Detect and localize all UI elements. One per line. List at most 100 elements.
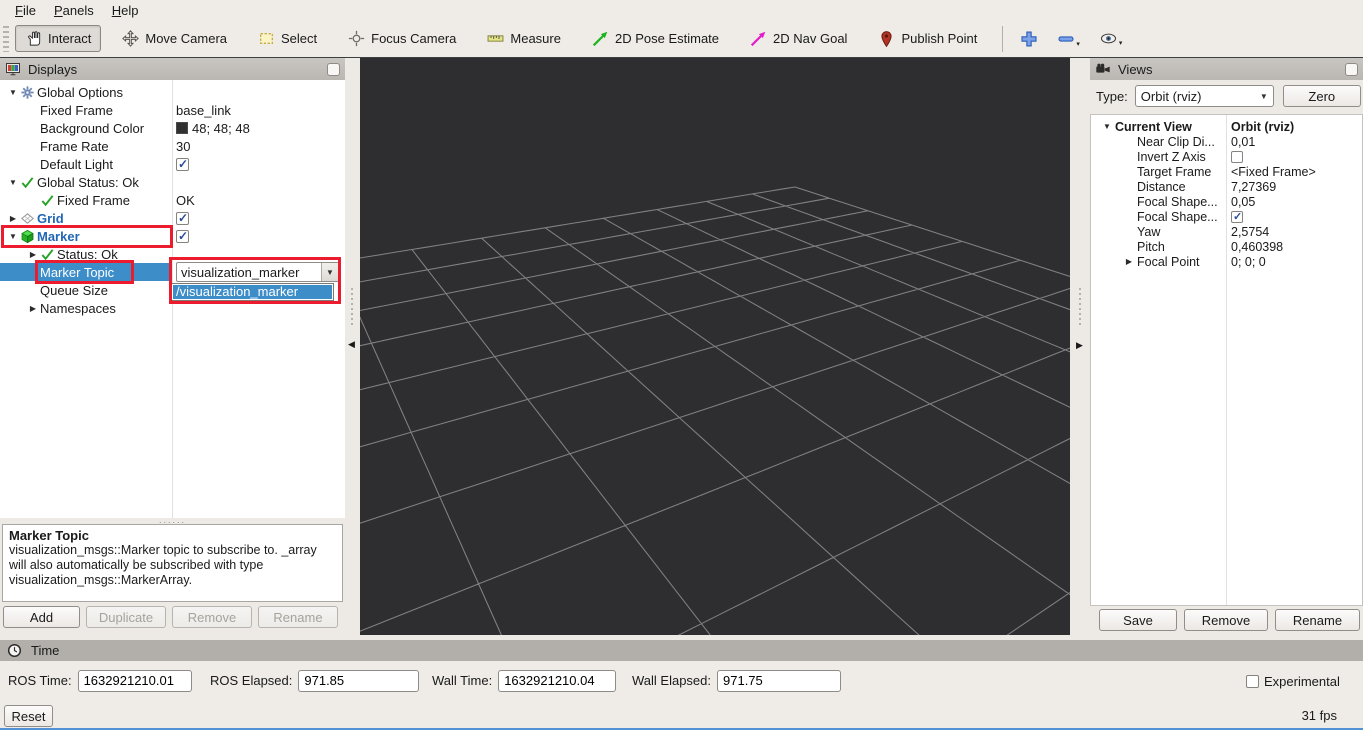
reset-button[interactable]: Reset <box>4 705 53 727</box>
displays-float-button[interactable] <box>327 63 340 76</box>
tool-2d-nav-goal[interactable]: 2D Nav Goal <box>740 25 857 52</box>
enabled-checkbox[interactable] <box>176 212 189 225</box>
green-arrow-icon <box>592 30 609 47</box>
tree-row-label-cell: ▼ Global Status: Ok <box>0 173 172 191</box>
zero-button[interactable]: Zero <box>1283 85 1361 107</box>
tool-move-camera[interactable]: Move Camera <box>112 25 237 52</box>
tree-row-label: Default Light <box>40 157 113 172</box>
time-field-input[interactable] <box>498 670 616 692</box>
fps-counter: 31 fps <box>1302 708 1337 723</box>
tool-measure[interactable]: Measure <box>477 25 571 52</box>
left-splitter-gutter[interactable]: ◀ <box>345 58 360 635</box>
remove-button-views[interactable]: Remove <box>1184 609 1268 631</box>
tree-row-fixed-frame[interactable]: Fixed FrameOK <box>0 191 345 209</box>
tree-row-label-cell: Default Light <box>0 155 172 173</box>
enabled-checkbox[interactable] <box>176 230 189 243</box>
tree-row-label: Global Status: Ok <box>37 175 139 190</box>
expander-right-icon[interactable]: ▶ <box>26 250 40 259</box>
views-row-label-cell: Focal Shape... <box>1091 194 1226 209</box>
views-row-value[interactable]: 2,5754 <box>1231 225 1269 239</box>
expander-down-icon[interactable]: ▼ <box>1099 122 1115 131</box>
tree-row-value[interactable]: 30 <box>176 139 190 154</box>
views-row-value[interactable]: 0,05 <box>1231 195 1255 209</box>
chevron-down-icon[interactable]: ▼ <box>321 263 338 281</box>
views-row-label: Pitch <box>1137 240 1165 254</box>
tool-2d-pose-estimate[interactable]: 2D Pose Estimate <box>582 25 729 52</box>
tree-row-label: Frame Rate <box>40 139 109 154</box>
view-type-combobox[interactable]: Orbit (rviz) ▼ <box>1135 85 1274 107</box>
tool-publish-point[interactable]: Publish Point <box>868 25 987 52</box>
tool-select[interactable]: Select <box>248 25 327 52</box>
tree-row-default-light[interactable]: Default Light <box>0 155 345 173</box>
views-row-value[interactable]: 7,27369 <box>1231 180 1276 194</box>
views-row-value-cell: <Fixed Frame> <box>1226 165 1362 179</box>
views-row-checkbox[interactable] <box>1231 151 1243 163</box>
tree-row-status-ok[interactable]: ▶Status: Ok <box>0 245 345 263</box>
tool-zoom-in[interactable] <box>1015 27 1043 51</box>
tree-row-value[interactable]: base_link <box>176 103 231 118</box>
tool-visibility[interactable]: ▾ <box>1094 27 1128 50</box>
menu-item-help[interactable]: Help <box>103 2 148 19</box>
time-field-input[interactable] <box>78 670 192 692</box>
expander-down-icon[interactable]: ▼ <box>6 88 20 97</box>
tree-row-label-cell: ▶Grid <box>0 209 172 227</box>
tool-zoom-out[interactable]: ▾ <box>1052 27 1085 51</box>
tree-row-value[interactable]: 48; 48; 48 <box>192 121 250 136</box>
tree-row-grid[interactable]: ▶Grid <box>0 209 345 227</box>
expander-down-icon[interactable]: ▼ <box>6 178 20 187</box>
views-row-value[interactable]: 0,01 <box>1231 135 1255 149</box>
focus-icon <box>348 30 365 47</box>
tree-row-fixed-frame[interactable]: Fixed Framebase_link <box>0 101 345 119</box>
move-icon <box>122 30 139 47</box>
tree-row-global-status-ok[interactable]: ▼ Global Status: Ok <box>0 173 345 191</box>
time-field-input[interactable] <box>298 670 419 692</box>
topic-dropdown-option[interactable]: /visualization_marker <box>173 285 332 299</box>
tree-row-frame-rate[interactable]: Frame Rate 30 <box>0 137 345 155</box>
add-button[interactable]: Add <box>3 606 80 628</box>
tree-row-background-color[interactable]: Background Color48; 48; 48 <box>0 119 345 137</box>
views-row-value[interactable]: Orbit (rviz) <box>1231 120 1294 134</box>
tree-row-marker[interactable]: ▼Marker <box>0 227 345 245</box>
views-row-value[interactable]: 0,460398 <box>1231 240 1283 254</box>
tree-row-marker-topic[interactable]: Marker Topicvisualization_marker▼ <box>0 263 345 281</box>
expander-right-icon[interactable]: ▶ <box>6 214 20 223</box>
views-panel-header: Views <box>1090 58 1363 80</box>
experimental-toggle[interactable]: Experimental <box>1246 674 1340 689</box>
minus-icon <box>1057 30 1075 48</box>
marker-topic-combobox[interactable]: visualization_marker▼ <box>176 262 339 282</box>
render-viewport-3d[interactable] <box>360 58 1070 635</box>
check-icon <box>20 175 37 190</box>
views-column-divider[interactable] <box>1226 115 1227 605</box>
toolbar-grip[interactable] <box>3 26 9 52</box>
views-row-checkbox[interactable] <box>1231 211 1243 223</box>
tool-focus-camera[interactable]: Focus Camera <box>338 25 466 52</box>
views-row-value[interactable]: <Fixed Frame> <box>1231 165 1316 179</box>
rename-button-views[interactable]: Rename <box>1275 609 1360 631</box>
right-splitter-gutter[interactable]: ▶ <box>1070 58 1090 635</box>
expander-down-icon[interactable]: ▼ <box>6 232 20 241</box>
experimental-checkbox[interactable] <box>1246 675 1259 688</box>
save-button-views[interactable]: Save <box>1099 609 1177 631</box>
time-field-input[interactable] <box>717 670 841 692</box>
expander-right-icon[interactable]: ▶ <box>1121 257 1137 266</box>
rename-button: Rename <box>258 606 338 628</box>
expander-right-icon[interactable]: ▶ <box>26 304 40 313</box>
views-row-value-cell: 0,05 <box>1226 195 1362 209</box>
enabled-checkbox[interactable] <box>176 158 189 171</box>
topic-dropdown-popup[interactable]: /visualization_marker <box>171 283 334 301</box>
views-float-button[interactable] <box>1345 63 1358 76</box>
views-row-value-cell: 0; 0; 0 <box>1226 255 1362 269</box>
tool-interact[interactable]: Interact <box>15 25 101 52</box>
collapse-left-arrow-icon[interactable]: ◀ <box>348 339 355 350</box>
displays-panel-header: Displays <box>0 58 345 80</box>
tree-row-value-cell <box>172 299 345 317</box>
tree-row-global-options[interactable]: ▼Global Options <box>0 83 345 101</box>
menu-item-panels[interactable]: Panels <box>45 2 103 19</box>
views-row-value[interactable]: 0; 0; 0 <box>1231 255 1266 269</box>
tree-row-value[interactable]: OK <box>176 193 195 208</box>
views-row-label-cell: Yaw <box>1091 224 1226 239</box>
tree-row-label-cell: Queue Size <box>0 281 172 299</box>
collapse-right-arrow-icon[interactable]: ▶ <box>1076 340 1083 351</box>
tree-row-namespaces[interactable]: ▶Namespaces <box>0 299 345 317</box>
menu-item-file[interactable]: File <box>6 2 45 19</box>
